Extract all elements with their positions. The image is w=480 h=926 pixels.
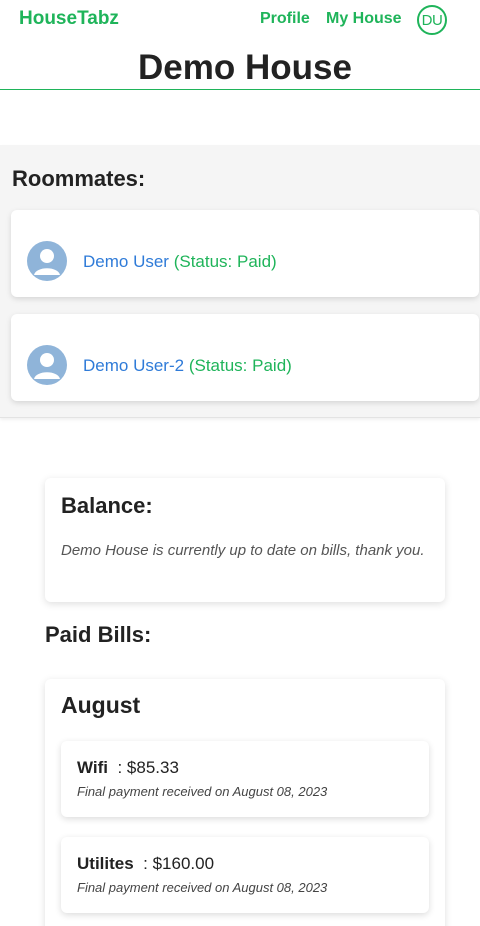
bill-amount: $85.33 [126, 758, 179, 777]
roommate-label: Demo User (Status: Paid) [83, 252, 277, 272]
balance-card: Balance: Demo House is currently up to d… [45, 478, 445, 602]
nav-profile-link[interactable]: Profile [260, 10, 310, 28]
bill-line: Utilites : $160.00 [77, 854, 214, 874]
roommate-card[interactable]: Demo User (Status: Paid) [11, 210, 479, 297]
bill-card[interactable]: Wifi : $85.33 Final payment received on … [61, 741, 429, 817]
roommates-heading: Roommates: [12, 166, 146, 191]
bill-payment-note: Final payment received on August 08, 202… [77, 784, 328, 799]
month-card: August Wifi : $85.33 Final payment recei… [45, 679, 445, 926]
roommate-status: (Status: Paid) [173, 252, 277, 271]
user-avatar-icon [27, 241, 67, 281]
roommate-status: (Status: Paid) [188, 356, 292, 375]
month-heading: August [61, 692, 141, 718]
bill-line: Wifi : $85.33 [77, 758, 179, 778]
roommate-card[interactable]: Demo User-2 (Status: Paid) [11, 314, 479, 401]
roommate-name-link[interactable]: Demo User [83, 252, 169, 271]
roommate-name-link[interactable]: Demo User-2 [83, 356, 184, 375]
bill-separator: : [112, 758, 127, 777]
bill-name: Utilites [77, 854, 134, 873]
page-title: Demo House [138, 48, 352, 87]
bill-amount: $160.00 [152, 854, 215, 873]
balance-message: Demo House is currently up to date on bi… [61, 542, 425, 559]
roommate-label: Demo User-2 (Status: Paid) [83, 356, 292, 376]
top-nav: HouseTabz Profile My House DU [0, 0, 480, 40]
bill-card[interactable]: Utilites : $160.00 Final payment receive… [61, 837, 429, 913]
bill-payment-note: Final payment received on August 08, 202… [77, 880, 328, 895]
bill-name: Wifi [77, 758, 109, 777]
brand-logo[interactable]: HouseTabz [19, 8, 119, 30]
nav-my-house-link[interactable]: My House [326, 10, 402, 28]
user-avatar-icon [27, 345, 67, 385]
title-divider [0, 89, 480, 90]
user-avatar-badge[interactable]: DU [417, 5, 447, 35]
roommates-section: Roommates: Demo User (Status: Paid) Demo… [0, 145, 480, 418]
balance-heading: Balance: [61, 493, 153, 518]
paid-bills-heading: Paid Bills: [45, 622, 152, 647]
bill-separator: : [138, 854, 153, 873]
